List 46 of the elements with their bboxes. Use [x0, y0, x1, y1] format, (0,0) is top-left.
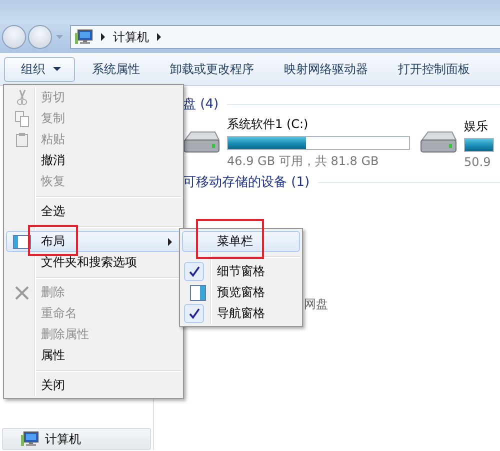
- menu-item[interactable]: 细节窗格: [182, 261, 300, 282]
- toolbar-button[interactable]: 组织: [4, 56, 75, 82]
- layout-icon: [13, 234, 31, 248]
- nav-item[interactable]: 计算机: [2, 428, 151, 450]
- breadcrumb[interactable]: 计算机: [113, 28, 149, 46]
- breadcrumb-arrow-icon[interactable]: [157, 33, 161, 41]
- menu-item[interactable]: 关闭: [6, 375, 181, 396]
- preview-pane-icon: [190, 284, 206, 300]
- forward-button[interactable]: [28, 25, 52, 49]
- menu-item[interactable]: 文件夹和搜索选项: [6, 252, 181, 273]
- nav-item-label: 计算机: [45, 430, 81, 448]
- toolbar-button[interactable]: 系统属性: [79, 56, 153, 82]
- menu-item[interactable]: 撤消: [6, 150, 181, 171]
- back-button[interactable]: [2, 25, 26, 49]
- menu-item[interactable]: 预览窗格: [182, 282, 300, 303]
- delete-icon: [15, 286, 29, 300]
- checkmark-icon: [184, 262, 204, 281]
- annotation-frame: [196, 219, 264, 259]
- group-header[interactable]: 盘 (4): [183, 95, 219, 113]
- copy-icon: [15, 110, 29, 126]
- clipboard-icon: [16, 132, 28, 146]
- menu-item[interactable]: 布局: [6, 231, 181, 252]
- free-space-text: 46.9 GB 可用，共 81.8 GB: [227, 153, 380, 170]
- menu-item[interactable]: 属性: [6, 345, 181, 366]
- menu-item[interactable]: 菜单栏: [182, 231, 300, 252]
- drive-name: 系统软件1 (C:): [227, 116, 310, 133]
- computer-icon: [75, 29, 93, 45]
- toolbar-button[interactable]: 映射网络驱动器: [271, 56, 381, 82]
- address-bar[interactable]: 计算机: [70, 25, 500, 49]
- checkmark-icon: [184, 304, 204, 323]
- drive-name: 娱乐: [464, 118, 489, 134]
- free-space-text: 50.9: [464, 154, 492, 168]
- annotation-frame: [28, 225, 78, 256]
- item-label: 网盘: [304, 296, 329, 313]
- capacity-bar: [464, 138, 494, 152]
- scissors-icon: [17, 90, 27, 106]
- toolbar-button[interactable]: 卸载或更改程序: [157, 56, 267, 82]
- caret-icon: [53, 67, 61, 71]
- group-header[interactable]: 可移动存储的设备 (1): [183, 173, 310, 191]
- menu-item[interactable]: 导航窗格: [182, 303, 300, 324]
- toolbar-button[interactable]: 打开控制面板: [385, 56, 483, 82]
- recent-pages-dropdown[interactable]: [56, 35, 62, 39]
- computer-icon: [21, 431, 39, 447]
- submenu-arrow-icon: [168, 238, 172, 246]
- breadcrumb-arrow-icon[interactable]: [101, 33, 105, 41]
- menu-item[interactable]: 全选: [6, 201, 181, 222]
